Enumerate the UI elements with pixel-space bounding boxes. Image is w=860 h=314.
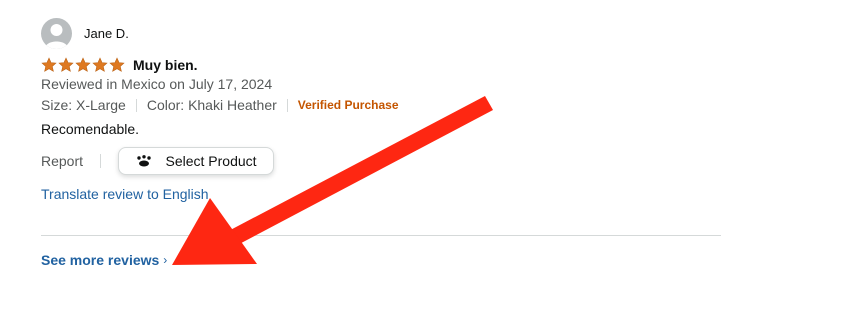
verified-purchase-badge: Verified Purchase: [297, 98, 399, 112]
size-label[interactable]: Size: X-Large: [41, 97, 126, 113]
see-more-label: See more reviews: [41, 252, 160, 268]
star-icon: [41, 57, 57, 72]
review-actions: Report Select Product: [41, 147, 275, 175]
chevron-right-icon: ›: [163, 253, 168, 267]
star-rating[interactable]: [41, 57, 125, 73]
user-avatar-icon: [41, 17, 72, 49]
see-more-reviews-link[interactable]: See more reviews ›: [41, 252, 167, 268]
star-icon: [92, 57, 108, 72]
reviewer-profile[interactable]: Jane D.: [41, 17, 129, 49]
color-label[interactable]: Color: Khaki Heather: [147, 97, 277, 113]
review-body: Recomendable.: [41, 121, 140, 137]
star-icon: [75, 57, 91, 72]
review-page: Jane D. Muy bien. Reviewed in Mexico on …: [0, 0, 860, 314]
select-product-label: Select Product: [165, 153, 257, 169]
report-link[interactable]: Report: [41, 153, 83, 169]
reviewer-name: Jane D.: [84, 25, 129, 41]
divider: [286, 98, 288, 112]
paw-icon: [136, 155, 151, 167]
review-title[interactable]: Muy bien.: [133, 57, 198, 73]
divider: [100, 154, 102, 168]
translate-review-link[interactable]: Translate review to English: [41, 186, 209, 202]
select-product-button[interactable]: Select Product: [118, 147, 275, 175]
divider: [135, 98, 137, 112]
star-icon: [109, 57, 125, 72]
rating-row: Muy bien.: [41, 55, 198, 75]
arrow-head: [172, 198, 257, 265]
format-strip: Size: X-Large Color: Khaki Heather Verif…: [41, 97, 399, 113]
review-date: Reviewed in Mexico on July 17, 2024: [41, 76, 273, 92]
star-icon: [58, 57, 74, 72]
section-divider: [41, 235, 721, 236]
